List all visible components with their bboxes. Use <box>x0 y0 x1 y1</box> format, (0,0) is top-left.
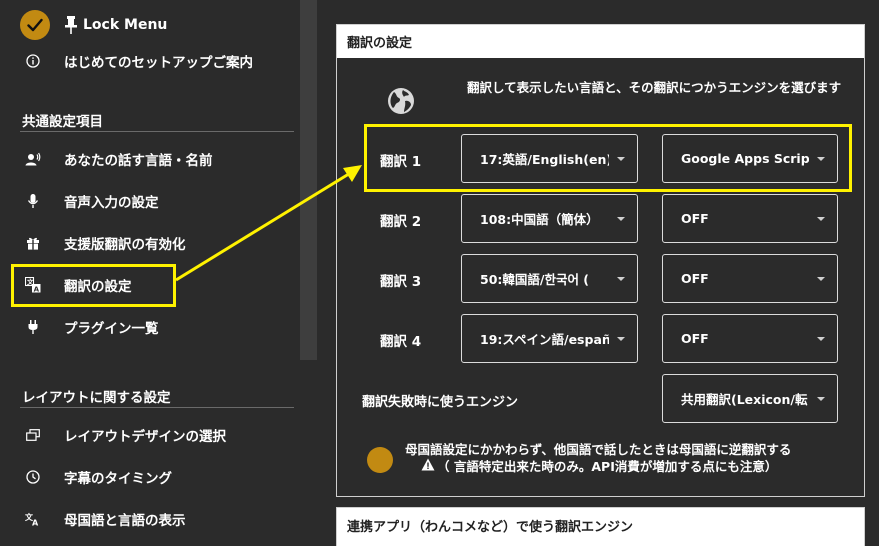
highlight-box-row1 <box>364 124 852 192</box>
layers-icon <box>24 426 42 444</box>
translation-4-engine-select[interactable]: OFF <box>662 314 838 363</box>
info-icon <box>24 52 42 70</box>
clock-icon <box>24 468 42 486</box>
section-heading-common: 共通設定項目 <box>22 114 103 130</box>
gift-icon <box>24 234 42 252</box>
chevron-down-icon <box>617 336 625 341</box>
translation-4-label: 翻訳 4 <box>380 334 422 350</box>
sidebar-item-label: はじめてのセットアップご案内 <box>64 55 253 71</box>
sidebar-item-setup-guide[interactable]: はじめてのセットアップご案内 <box>24 49 253 73</box>
reverse-translation-note-text: （ 言語特定出来た時のみ。API消費が増加する点にも注意） <box>437 459 778 474</box>
highlight-box-sidebar <box>11 264 176 307</box>
translation-2-label: 翻訳 2 <box>380 214 422 230</box>
panel-description: 翻訳して表示したい言語と、その翻訳につかうエンジンを選びます <box>467 80 842 95</box>
chevron-down-icon <box>817 216 825 221</box>
sidebar-item-plugins[interactable]: プラグイン一覧 <box>24 315 159 339</box>
select-value: 19:スペイン語/español <box>480 332 609 347</box>
chevron-down-icon <box>817 336 825 341</box>
panel-title: 翻訳の設定 <box>337 25 864 58</box>
select-value: 共用翻訳(Lexicon/転 <box>681 392 808 407</box>
sidebar-item-voice-input[interactable]: 音声入力の設定 <box>24 189 159 213</box>
translation-3-label: 翻訳 3 <box>380 274 422 290</box>
sidebar-item-label: 字幕のタイミング <box>64 471 172 487</box>
panel2-title: 連携アプリ（わんコメなど）で使う翻訳エンジン <box>347 520 634 535</box>
translation-2-language-select[interactable]: 108:中国語（簡体） <box>461 194 638 243</box>
lock-menu-label: Lock Menu <box>83 17 168 33</box>
translation-2-engine-select[interactable]: OFF <box>662 194 838 243</box>
warning-icon <box>421 458 435 471</box>
select-value: OFF <box>681 331 709 346</box>
sidebar-item-support-translation[interactable]: 支援版翻訳の有効化 <box>24 231 186 255</box>
translation-3-engine-select[interactable]: OFF <box>662 254 838 303</box>
chevron-down-icon <box>817 396 825 401</box>
select-value: 108:中国語（簡体） <box>480 212 599 227</box>
divider <box>20 407 294 408</box>
sidebar-item-language-display[interactable]: 文A 母国語と言語の表示 <box>24 507 186 531</box>
reverse-translation-note: （ 言語特定出来た時のみ。API消費が増加する点にも注意） <box>437 456 777 475</box>
sidebar-item-label: 音声入力の設定 <box>64 195 159 211</box>
translation-3-language-select[interactable]: 50:韓国語/한국어 ( <box>461 254 638 303</box>
sidebar-item-language-name[interactable]: あなたの話す言語・名前 <box>24 147 213 171</box>
sidebar-item-label: あなたの話す言語・名前 <box>64 153 213 169</box>
reverse-translation-toggle[interactable] <box>367 447 393 473</box>
sidebar-item-label: プラグイン一覧 <box>64 321 159 337</box>
sidebar-item-layout-design[interactable]: レイアウトデザインの選択 <box>24 423 226 447</box>
pin-icon <box>65 16 77 34</box>
select-value: OFF <box>681 211 709 226</box>
fallback-engine-select[interactable]: 共用翻訳(Lexicon/転 <box>662 374 838 423</box>
select-value: 50:韓国語/한국어 ( <box>480 272 590 287</box>
svg-text:A: A <box>32 519 39 527</box>
plug-icon <box>24 318 42 336</box>
translate-alt-icon: 文A <box>24 510 42 528</box>
linked-app-engine-panel: 連携アプリ（わんコメなど）で使う翻訳エンジン <box>336 507 865 546</box>
sidebar-item-label: レイアウトデザインの選択 <box>64 429 226 445</box>
section-heading-layout: レイアウトに関する設定 <box>22 390 171 406</box>
chevron-down-icon <box>817 276 825 281</box>
sidebar-scroll-thumb[interactable] <box>300 0 317 360</box>
translation-4-language-select[interactable]: 19:スペイン語/español <box>461 314 638 363</box>
globe-icon <box>388 88 414 114</box>
check-icon[interactable] <box>20 10 50 40</box>
select-value: OFF <box>681 271 709 286</box>
sidebar-item-label: 支援版翻訳の有効化 <box>64 237 186 253</box>
divider <box>20 131 294 132</box>
fallback-engine-label: 翻訳失敗時に使うエンジン <box>362 395 519 410</box>
lock-menu-toggle[interactable]: Lock Menu <box>20 10 167 40</box>
sidebar-item-label: 母国語と言語の表示 <box>64 513 186 529</box>
microphone-icon <box>24 192 42 210</box>
speaker-person-icon <box>24 150 42 168</box>
chevron-down-icon <box>617 216 625 221</box>
chevron-down-icon <box>617 276 625 281</box>
sidebar-item-subtitle-timing[interactable]: 字幕のタイミング <box>24 465 172 489</box>
